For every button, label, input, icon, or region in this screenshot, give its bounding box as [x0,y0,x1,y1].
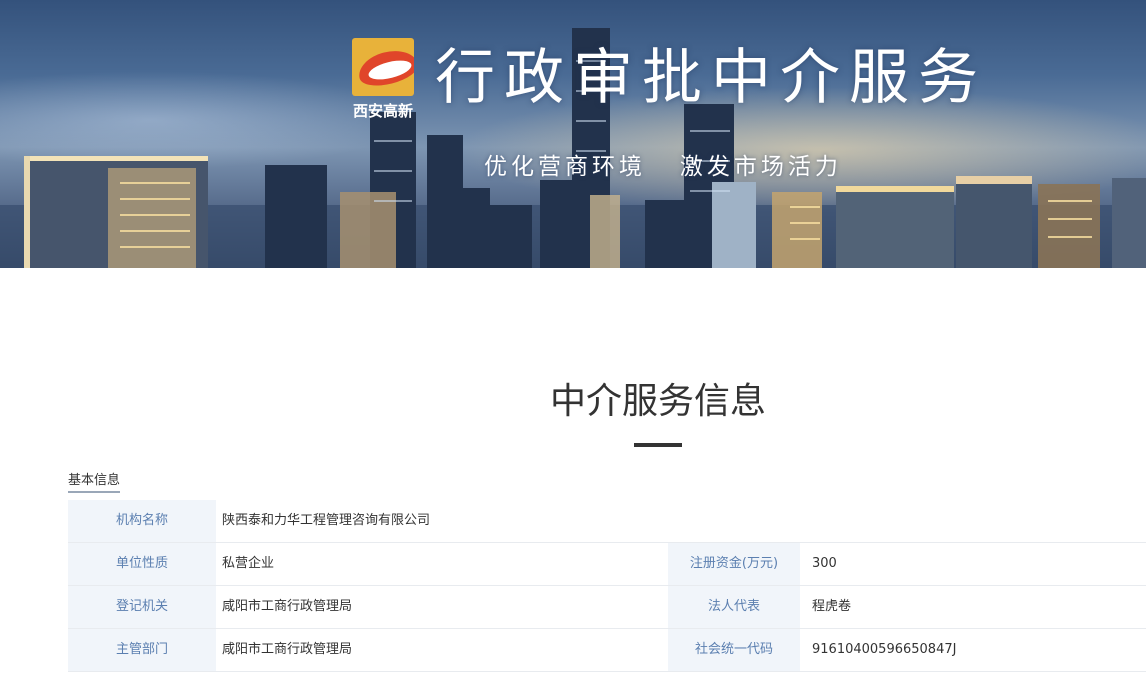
xian-gaoxin-logo: 西安高新 [350,38,416,120]
logo-mark-icon [352,38,414,96]
table-row: 登记机关 咸阳市工商行政管理局 法人代表 程虎卷 [68,586,1146,629]
banner-slogan: 优化营商环境 激发市场活力 [484,154,842,180]
label-unit-type: 单位性质 [68,543,216,585]
value-supervising-dept: 咸阳市工商行政管理局 [222,642,353,657]
label-legal-representative: 法人代表 [668,586,800,628]
banner-title: 行政审批中介服务 [435,43,987,113]
table-row: 机构名称 陕西泰和力华工程管理咨询有限公司 [68,500,1146,543]
value-legal-representative: 程虎卷 [812,599,852,614]
value-social-credit-code: 91610400596650847J [812,642,957,657]
title-underline [634,443,682,447]
label-social-credit-code: 社会统一代码 [668,629,800,671]
label-supervising-dept: 主管部门 [68,629,216,671]
label-registered-capital: 注册资金(万元) [668,543,800,585]
header-banner: 西安高新 行政审批中介服务 优化营商环境 激发市场活力 [0,0,1146,268]
table-row: 主管部门 咸阳市工商行政管理局 社会统一代码 91610400596650847… [68,629,1146,672]
logo-text: 西安高新 [352,102,413,120]
info-table: 机构名称 陕西泰和力华工程管理咨询有限公司 单位性质 私营企业 注册资金(万元)… [68,500,1146,672]
value-org-name: 陕西泰和力华工程管理咨询有限公司 [222,513,431,528]
page-title: 中介服务信息 [549,381,766,422]
label-registration-authority: 登记机关 [68,586,216,628]
value-registered-capital: 300 [812,556,837,571]
label-org-name: 机构名称 [68,500,216,542]
table-row: 单位性质 私营企业 注册资金(万元) 300 [68,543,1146,586]
value-unit-type: 私营企业 [222,556,275,571]
value-registration-authority: 咸阳市工商行政管理局 [222,599,353,614]
section-tab-basic-info[interactable]: 基本信息 [68,469,121,493]
